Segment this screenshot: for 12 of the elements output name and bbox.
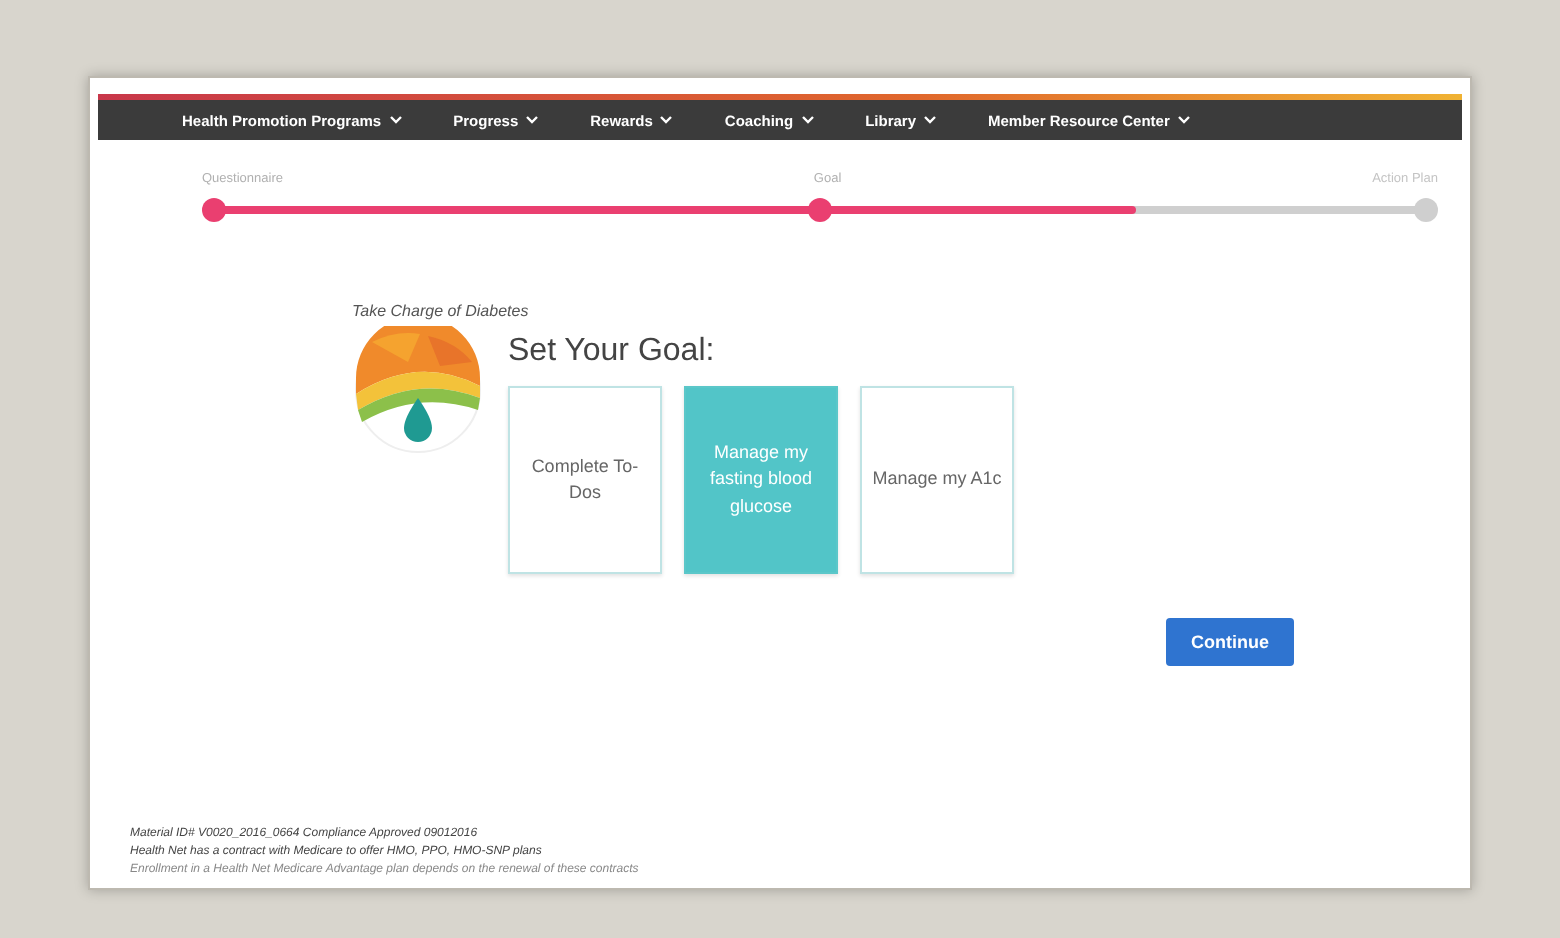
goal-option[interactable]: Complete To-Dos [508, 386, 662, 574]
continue-button[interactable]: Continue [1166, 618, 1294, 666]
chevron-down-icon [389, 116, 402, 124]
program-title: Take Charge of Diabetes [352, 302, 531, 320]
goal-heading: Set Your Goal: [508, 334, 717, 370]
chevron-down-icon [526, 116, 539, 124]
chevron-down-icon [801, 116, 814, 124]
sun-drop-logo [352, 326, 484, 454]
chevron-down-icon [924, 116, 937, 124]
goal-option[interactable]: Manage my A1c [860, 386, 1014, 574]
chevron-down-icon [1177, 116, 1190, 124]
chevron-down-icon [660, 116, 673, 124]
